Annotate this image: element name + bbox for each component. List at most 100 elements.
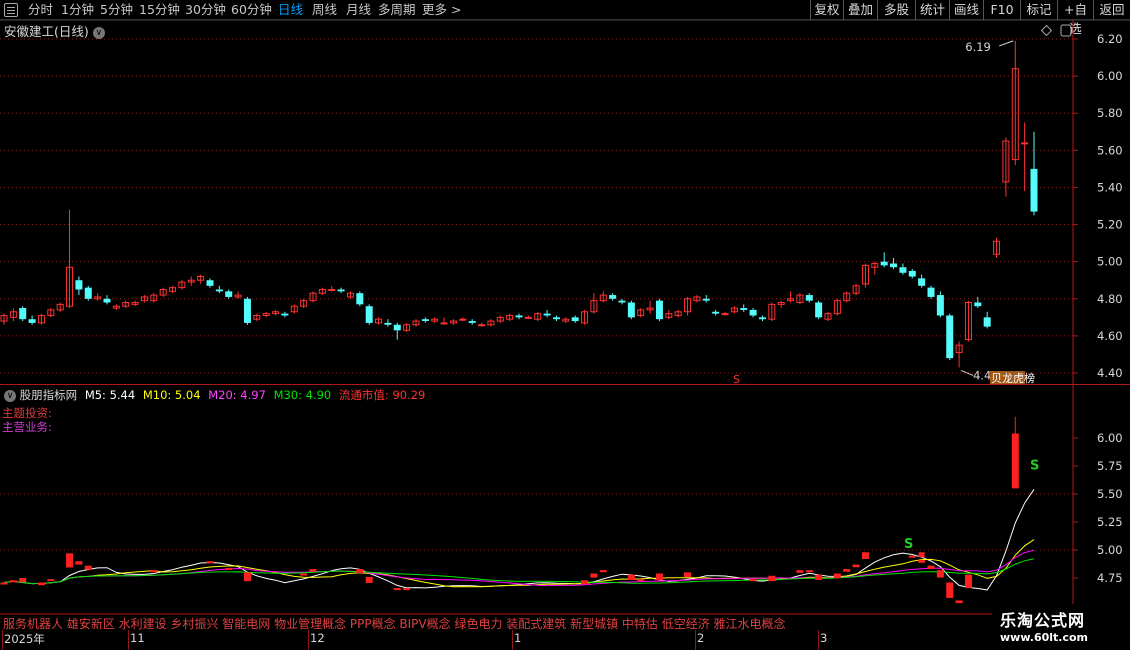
period-tab-4[interactable]: 30分钟 bbox=[185, 1, 226, 18]
ind-candle bbox=[590, 573, 598, 578]
ind-candle bbox=[403, 588, 411, 591]
watermark-title: 乐淘公式网 bbox=[1000, 611, 1086, 630]
candle-body-down bbox=[103, 298, 111, 303]
top-toolbar: 分时 1分钟 5分钟 15分钟 30分钟 60分钟 日线 周线 月线 多周期 更多 > 复权 叠加 多股… bbox=[0, 0, 1130, 36]
ind-y-tick-label: 5.25 bbox=[1097, 515, 1123, 529]
diamond-icon bbox=[1040, 24, 1053, 37]
ind-candle bbox=[843, 569, 851, 572]
candle-body-down bbox=[571, 317, 579, 322]
ind-candle bbox=[805, 570, 813, 573]
candle-body-down bbox=[758, 317, 766, 320]
candle-body-down bbox=[702, 298, 710, 301]
period-tab-6[interactable]: 日线 bbox=[278, 1, 303, 18]
candle-body-down bbox=[899, 267, 907, 273]
y-tick-label: 5.00 bbox=[1097, 255, 1123, 269]
s-signal-1: S bbox=[904, 537, 913, 552]
ind-candle bbox=[936, 570, 944, 578]
ind-candle bbox=[599, 570, 607, 573]
ind-candle bbox=[206, 561, 214, 564]
y-tick-label: 6.00 bbox=[1097, 69, 1123, 83]
ind-candle bbox=[918, 560, 926, 563]
candle-body-down bbox=[384, 322, 392, 325]
candle-body-down bbox=[618, 300, 626, 303]
menu-icon[interactable] bbox=[4, 3, 18, 17]
candle-body-down bbox=[655, 300, 663, 320]
ind-y-tick-label: 4.75 bbox=[1097, 571, 1123, 585]
period-tab-9[interactable]: 多周期 bbox=[378, 1, 416, 18]
s-signal-2: S bbox=[1030, 458, 1039, 473]
toolbar-button-5[interactable]: F10 bbox=[983, 0, 1020, 20]
ind-candle bbox=[225, 567, 233, 570]
toolbar-button-6[interactable]: 标记 bbox=[1020, 0, 1057, 20]
date-label: 12 bbox=[310, 631, 325, 645]
toolbar-button-8[interactable]: 返回 bbox=[1093, 0, 1130, 20]
ma10-line bbox=[3, 539, 1035, 588]
period-tab-7[interactable]: 周线 bbox=[312, 1, 337, 18]
candle-body-down bbox=[1030, 168, 1038, 212]
ind-candle bbox=[833, 573, 841, 579]
ind-candle bbox=[581, 580, 589, 585]
toolbar-button-2[interactable]: 多股 bbox=[877, 0, 915, 20]
candle-body-down bbox=[365, 306, 373, 323]
candle-body-down bbox=[712, 311, 720, 314]
toolbar-button-0[interactable]: 复权 bbox=[810, 0, 843, 20]
y-tick-label: 5.40 bbox=[1097, 180, 1123, 194]
y-tick-label: 5.20 bbox=[1097, 218, 1123, 232]
toolbar-button-1[interactable]: 叠加 bbox=[843, 0, 877, 20]
candle-body-down bbox=[927, 287, 935, 297]
low-arrow bbox=[960, 369, 974, 376]
ind-y-tick-label: 5.00 bbox=[1097, 543, 1123, 557]
toolbar-button-4[interactable]: 画线 bbox=[949, 0, 983, 20]
y-tick-label: 4.40 bbox=[1097, 366, 1123, 380]
period-tab-5[interactable]: 60分钟 bbox=[231, 1, 272, 18]
candle-body-down bbox=[815, 302, 823, 318]
candle-body-down bbox=[880, 261, 888, 266]
ind-y-tick-label: 5.75 bbox=[1097, 459, 1123, 473]
candle-body-down bbox=[740, 308, 748, 310]
candle-body-down bbox=[609, 295, 617, 299]
candlestick-chart: 6.20 6.00 5.80 5.60 5.40 5.20 5.00 4.80 4.60 4.40… bbox=[0, 20, 1130, 386]
candle-body-down bbox=[393, 324, 401, 331]
ind-candle bbox=[684, 572, 692, 578]
candle-body-down bbox=[225, 291, 233, 297]
date-label: 1 bbox=[514, 631, 522, 645]
period-tab-10[interactable]: 更多 > bbox=[422, 1, 461, 18]
ind-candle bbox=[309, 569, 317, 572]
ind-candle bbox=[964, 574, 972, 589]
ind-candle bbox=[365, 576, 373, 583]
date-tick bbox=[512, 630, 513, 650]
candle-body-up bbox=[440, 322, 448, 325]
panel-icon bbox=[1060, 24, 1072, 37]
ind-candle bbox=[75, 561, 83, 565]
candle-body-up bbox=[478, 324, 486, 327]
candle-body-down bbox=[918, 278, 926, 286]
period-tab-8[interactable]: 月线 bbox=[346, 1, 371, 18]
candle-body-up bbox=[721, 313, 729, 316]
candle-body-down bbox=[206, 280, 214, 286]
period-tab-3[interactable]: 15分钟 bbox=[139, 1, 180, 18]
candle-body-down bbox=[908, 270, 916, 277]
period-tab-1[interactable]: 1分钟 bbox=[61, 1, 94, 18]
ind-candle bbox=[796, 570, 804, 573]
candle-body-up bbox=[1021, 142, 1029, 145]
ind-candle bbox=[627, 574, 635, 581]
ind-candle bbox=[815, 574, 823, 581]
period-tab-0[interactable]: 分时 bbox=[28, 1, 53, 18]
y-tick-label: 4.60 bbox=[1097, 329, 1123, 343]
date-label: 2 bbox=[697, 631, 705, 645]
candle-body-up bbox=[459, 318, 467, 321]
ind-y-tick-label: 5.50 bbox=[1097, 487, 1123, 501]
date-label: 11 bbox=[130, 631, 145, 645]
candle-body-down bbox=[936, 295, 944, 316]
ind-candle bbox=[243, 572, 251, 582]
toolbar-button-7[interactable]: +自选 bbox=[1057, 0, 1093, 36]
ind-candle bbox=[637, 579, 645, 582]
candle-body-down bbox=[983, 317, 991, 327]
toolbar-button-3[interactable]: 统计 bbox=[915, 0, 949, 20]
high-arrow bbox=[999, 40, 1014, 47]
ind-big-bar bbox=[1011, 433, 1019, 489]
candle-body-down bbox=[468, 321, 476, 323]
period-tab-2[interactable]: 5分钟 bbox=[100, 1, 133, 18]
date-tick bbox=[695, 630, 696, 650]
ind-small-bar bbox=[918, 552, 925, 558]
